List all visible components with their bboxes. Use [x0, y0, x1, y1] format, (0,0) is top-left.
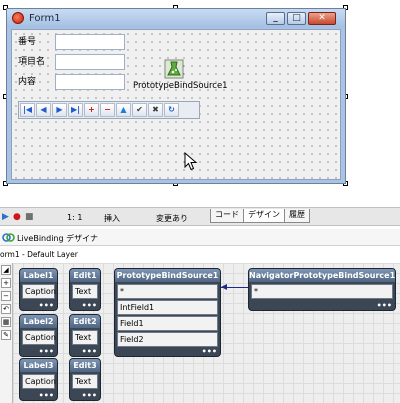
form-client-area[interactable]: 番号 項目名 内容 PrototypeBindSource1 |◀ ◀ ▶ ▶| + − ▲…	[11, 29, 341, 180]
node-title: PrototypeBindSource1	[115, 269, 220, 282]
node-label2[interactable]: Label2 Caption •••	[19, 314, 58, 357]
modified-status: 変更あり	[156, 214, 188, 223]
node-more-icon[interactable]: •••	[82, 348, 97, 356]
node-title: Edit3	[70, 359, 100, 372]
node-label3[interactable]: Label3 Caption •••	[19, 358, 58, 401]
node-field[interactable]: Caption	[22, 330, 56, 345]
tab-history[interactable]: 履歴	[284, 209, 310, 223]
node-title: NavigatorPrototypeBindSource1	[249, 269, 396, 282]
node-more-icon[interactable]: •••	[377, 302, 392, 310]
node-title: Label1	[20, 269, 57, 282]
node-more-icon[interactable]: •••	[82, 392, 97, 400]
node-field-field1[interactable]: Field1	[117, 316, 218, 331]
nav-next-button[interactable]: ▶	[52, 103, 67, 117]
view-tabs: コード デザイン 履歴	[210, 209, 310, 224]
form-title: Form1	[29, 13, 61, 24]
nav-edit-button[interactable]: ▲	[116, 103, 131, 117]
pointer-tool-icon[interactable]: ◢	[1, 265, 11, 275]
label-content: 内容	[18, 77, 37, 87]
livebinding-icon	[2, 233, 15, 242]
form-app-icon	[12, 12, 24, 24]
livebinding-toolbar: ◢ + − ↶ ▦ ✎	[0, 263, 12, 403]
bind-source-component-label: PrototypeBindSource1	[133, 81, 228, 91]
cursor-position: 1: 1	[67, 213, 83, 222]
close-button[interactable]: ✕	[308, 12, 336, 25]
livebinding-header: LiveBinding デザイナ	[0, 229, 400, 246]
node-more-icon[interactable]: •••	[39, 392, 54, 400]
node-field[interactable]: Text	[72, 284, 98, 299]
node-edit2[interactable]: Edit2 Text •••	[69, 314, 101, 357]
node-title: Edit1	[70, 269, 100, 282]
node-field[interactable]: Caption	[22, 284, 56, 299]
tab-code[interactable]: コード	[210, 209, 244, 223]
nav-first-button[interactable]: |◀	[20, 103, 35, 117]
node-field[interactable]: Caption	[22, 374, 56, 389]
node-navigator-bind-source[interactable]: NavigatorPrototypeBindSource1 * •••	[248, 268, 396, 311]
livebinding-title: LiveBinding デザイナ	[17, 234, 98, 243]
node-more-icon[interactable]: •••	[202, 348, 217, 356]
layer-name: orm1 - Default Layer	[0, 250, 78, 259]
add-icon[interactable]: +	[1, 278, 11, 288]
mouse-cursor-icon	[184, 152, 198, 171]
nav-post-button[interactable]: ✔	[132, 103, 147, 117]
node-field-star[interactable]: *	[117, 284, 218, 299]
binding-link-arrow-icon	[221, 284, 227, 290]
edit-content[interactable]	[55, 74, 125, 90]
node-title: Label2	[20, 315, 57, 328]
edit-number[interactable]	[55, 34, 125, 50]
nav-cancel-button[interactable]: ✖	[148, 103, 163, 117]
minimize-icon: _	[273, 13, 278, 23]
form-designer: Form1 _ □ ✕ 番号 項目名 内容 PrototypeBindSourc…	[0, 0, 400, 200]
remove-icon[interactable]: −	[1, 291, 11, 301]
node-more-icon[interactable]: •••	[82, 302, 97, 310]
stop-icon[interactable]: ■	[25, 212, 34, 222]
node-edit1[interactable]: Edit1 Text •••	[69, 268, 101, 311]
form-titlebar[interactable]: Form1 _ □ ✕	[7, 9, 345, 28]
editor-statusbar: ▶ ● ■ 1: 1 挿入 変更あり コード デザイン 履歴	[0, 207, 400, 226]
node-field-star[interactable]: *	[251, 284, 393, 299]
node-title: Label3	[20, 359, 57, 372]
node-edit3[interactable]: Edit3 Text •••	[69, 358, 101, 401]
node-label1[interactable]: Label1 Caption •••	[19, 268, 58, 311]
grid-icon[interactable]: ▦	[1, 317, 11, 327]
node-field-intfield1[interactable]: IntField1	[117, 300, 218, 315]
undo-icon[interactable]: ↶	[1, 304, 11, 314]
tab-design[interactable]: デザイン	[243, 209, 285, 223]
nav-insert-button[interactable]: +	[84, 103, 99, 117]
play-icon[interactable]: ▶	[2, 212, 9, 222]
node-field-field2[interactable]: Field2	[117, 332, 218, 347]
insert-mode: 挿入	[104, 214, 120, 223]
label-item-name: 項目名	[18, 57, 46, 67]
node-field[interactable]: Text	[72, 374, 98, 389]
edit-item-name[interactable]	[55, 54, 125, 70]
node-title: Edit2	[70, 315, 100, 328]
label-number: 番号	[18, 37, 37, 47]
node-field[interactable]: Text	[72, 330, 98, 345]
node-prototype-bind-source[interactable]: PrototypeBindSource1 * IntField1 Field1 …	[114, 268, 221, 357]
record-icon[interactable]: ●	[13, 212, 21, 222]
nav-last-button[interactable]: ▶|	[68, 103, 83, 117]
node-more-icon[interactable]: •••	[39, 302, 54, 310]
nav-delete-button[interactable]: −	[100, 103, 115, 117]
node-more-icon[interactable]: •••	[39, 348, 54, 356]
nav-refresh-button[interactable]: ↻	[164, 103, 179, 117]
pen-icon[interactable]: ✎	[1, 330, 11, 340]
maximize-icon: □	[292, 13, 301, 23]
maximize-button[interactable]: □	[287, 12, 306, 25]
bind-source-component-icon[interactable]	[164, 59, 184, 79]
layer-bar: orm1 - Default Layer	[0, 248, 400, 262]
nav-prior-button[interactable]: ◀	[36, 103, 51, 117]
close-icon: ✕	[318, 13, 326, 23]
form-window[interactable]: Form1 _ □ ✕ 番号 項目名 内容 PrototypeBindSourc…	[6, 8, 346, 184]
bind-navigator[interactable]: |◀ ◀ ▶ ▶| + − ▲ ✔ ✖ ↻	[18, 101, 200, 119]
minimize-button[interactable]: _	[266, 12, 285, 25]
